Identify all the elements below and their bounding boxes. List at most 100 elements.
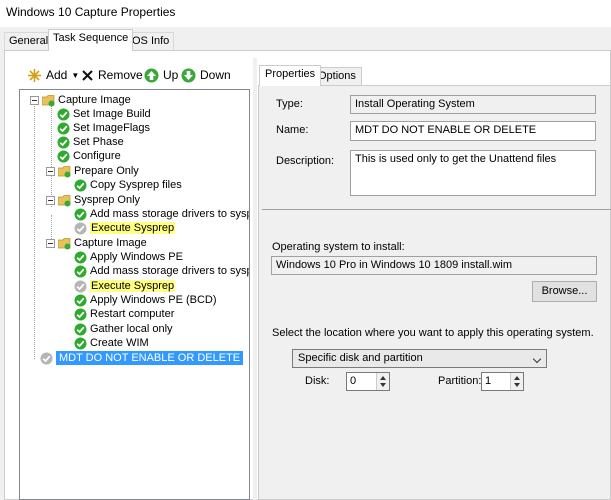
name-label: Name: — [276, 124, 309, 136]
check-icon — [74, 179, 87, 191]
check-icon — [57, 150, 70, 162]
check-icon — [74, 337, 87, 349]
tree-item-label: Create WIM — [90, 337, 149, 349]
tree-group-prepare-only[interactable]: Prepare Only — [46, 164, 139, 178]
check-icon — [74, 323, 87, 335]
tab-general[interactable]: General — [4, 32, 54, 51]
add-dropdown-icon[interactable]: ▼ — [71, 71, 79, 80]
tree-item-label: Capture Image — [58, 94, 131, 106]
add-icon — [28, 68, 41, 82]
arrow-down-icon — [181, 68, 196, 82]
tree-item-set-image-build[interactable]: Set Image Build — [57, 107, 151, 121]
tree-item-label: Set Phase — [73, 136, 124, 148]
folder-icon — [58, 194, 71, 206]
tree-item-gather-local[interactable]: Gather local only — [74, 322, 173, 336]
tree-item-label: MDT DO NOT ENABLE OR DELETE — [56, 351, 244, 365]
tree-item-label: Add mass storage drivers to sysprep.ir — [90, 265, 249, 277]
tree-item-copy-sysprep[interactable]: Copy Sysprep files — [74, 178, 182, 192]
arrow-up-icon — [144, 68, 159, 82]
remove-label: Remove — [98, 68, 143, 82]
tree-item-configure[interactable]: Configure — [57, 149, 121, 163]
tab-task-sequence[interactable]: Task Sequence — [48, 29, 134, 51]
tree-item-execute-sysprep-1[interactable]: Execute Sysprep — [74, 221, 176, 235]
spin-up-icon[interactable] — [380, 376, 386, 380]
collapse-icon[interactable] — [46, 195, 55, 205]
tree-item-execute-sysprep-2[interactable]: Execute Sysprep — [74, 279, 176, 293]
task-sequence-tree[interactable]: Capture Image Set Image Build Set ImageF… — [19, 89, 250, 500]
collapse-icon[interactable] — [46, 238, 55, 248]
tree-item-label: Restart computer — [90, 308, 175, 320]
tree-item-label: Prepare Only — [74, 165, 139, 177]
tree-item-label: Copy Sysprep files — [90, 179, 182, 191]
tree-group-capture-image-sub[interactable]: Capture Image — [46, 236, 147, 250]
folder-icon — [58, 165, 71, 177]
name-field[interactable]: MDT DO NOT ENABLE OR DELETE — [350, 121, 596, 141]
tree-group-capture-image[interactable]: Capture Image — [30, 93, 131, 107]
tree-item-label: Capture Image — [74, 237, 147, 249]
description-field[interactable]: This is used only to get the Unattend fi… — [350, 150, 596, 196]
tree-item-label: Sysprep Only — [74, 194, 141, 206]
tree-item-label: Apply Windows PE — [90, 251, 183, 263]
tree-item-create-wim[interactable]: Create WIM — [74, 336, 149, 350]
up-button[interactable]: Up — [144, 66, 178, 84]
location-dropdown-value: Specific disk and partition — [298, 352, 423, 364]
description-label: Description: — [276, 155, 335, 167]
spin-down-icon[interactable] — [380, 383, 386, 387]
tree-group-sysprep-only[interactable]: Sysprep Only — [46, 193, 140, 207]
tree-item-label: Execute Sysprep — [90, 280, 176, 292]
tree-item-label: Set Image Build — [73, 108, 151, 120]
tree-item-restart-computer[interactable]: Restart computer — [74, 307, 174, 321]
folder-icon — [58, 237, 71, 249]
tab-os-info[interactable]: OS Info — [127, 32, 175, 51]
divider — [262, 209, 611, 210]
partition-value: 1 — [485, 375, 492, 387]
add-button[interactable]: Add ▼ — [27, 66, 79, 84]
down-button[interactable]: Down — [181, 66, 231, 84]
tree-item-apply-winpe-bcd[interactable]: Apply Windows PE (BCD) — [74, 293, 217, 307]
tree-item-add-mass-storage-1[interactable]: Add mass storage drivers to sysprep.ir — [74, 207, 249, 221]
add-label: Add — [46, 68, 68, 82]
location-dropdown[interactable]: Specific disk and partition — [292, 349, 547, 368]
tree-item-label: Execute Sysprep — [90, 222, 176, 234]
tree-item-set-phase[interactable]: Set Phase — [57, 135, 124, 149]
collapse-icon[interactable] — [30, 95, 39, 105]
check-icon — [57, 122, 70, 134]
chevron-down-icon — [532, 354, 542, 364]
spin-up-icon[interactable] — [514, 376, 520, 380]
check-icon — [57, 108, 70, 120]
tree-item-mdt-step-selected[interactable]: MDT DO NOT ENABLE OR DELETE — [40, 351, 244, 365]
disabled-step-icon — [40, 352, 53, 364]
remove-button[interactable]: Remove — [81, 66, 143, 84]
disk-stepper[interactable]: 0 — [346, 372, 390, 391]
tree-item-label: Add mass storage drivers to sysprep.ir — [90, 208, 249, 220]
remove-icon — [82, 69, 93, 81]
spin-buttons[interactable] — [510, 373, 523, 390]
check-icon — [74, 251, 87, 263]
pane-splitter[interactable] — [253, 58, 257, 500]
location-label: Select the location where you want to ap… — [272, 327, 594, 339]
disabled-step-icon — [74, 222, 87, 234]
browse-button[interactable]: Browse... — [532, 281, 597, 302]
tree-item-label: Set ImageFlags — [73, 122, 151, 134]
tree-item-add-mass-storage-2[interactable]: Add mass storage drivers to sysprep.ir — [74, 264, 249, 278]
up-label: Up — [163, 68, 179, 82]
spin-buttons[interactable] — [376, 373, 389, 390]
tree-item-label: Configure — [73, 150, 121, 162]
collapse-icon[interactable] — [46, 166, 55, 176]
check-icon — [74, 308, 87, 320]
partition-stepper[interactable]: 1 — [481, 372, 524, 391]
tree-item-set-imageflags[interactable]: Set ImageFlags — [57, 121, 150, 135]
tab-properties[interactable]: Properties — [259, 65, 322, 86]
title-bar: Windows 10 Capture Properties — [0, 0, 611, 27]
tree-item-apply-winpe[interactable]: Apply Windows PE — [74, 250, 183, 264]
check-icon — [74, 208, 87, 220]
partition-label: Partition: — [438, 375, 482, 387]
folder-icon — [42, 94, 55, 106]
spin-down-icon[interactable] — [514, 383, 520, 387]
type-label: Type: — [276, 98, 303, 110]
tree-item-label: Apply Windows PE (BCD) — [90, 294, 217, 306]
window-title: Windows 10 Capture Properties — [6, 5, 176, 19]
disk-value: 0 — [350, 375, 357, 387]
disk-label: Disk: — [305, 375, 330, 387]
os-value-field: Windows 10 Pro in Windows 10 1809 instal… — [271, 256, 597, 275]
